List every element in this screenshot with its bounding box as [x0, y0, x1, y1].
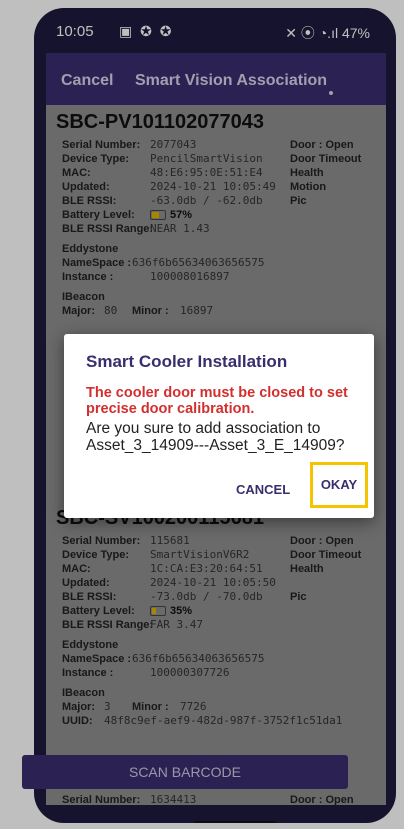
installation-dialog: Smart Cooler Installation The cooler doo…	[64, 334, 374, 518]
dialog-warning: The cooler door must be closed to set pr…	[86, 385, 348, 417]
dialog-okay-button[interactable]: OKAY	[310, 462, 368, 508]
dialog-cancel-button[interactable]: CANCEL	[236, 472, 290, 508]
dialog-message: Are you sure to add association to Asset…	[86, 420, 345, 454]
dialog-title: Smart Cooler Installation	[86, 352, 288, 371]
